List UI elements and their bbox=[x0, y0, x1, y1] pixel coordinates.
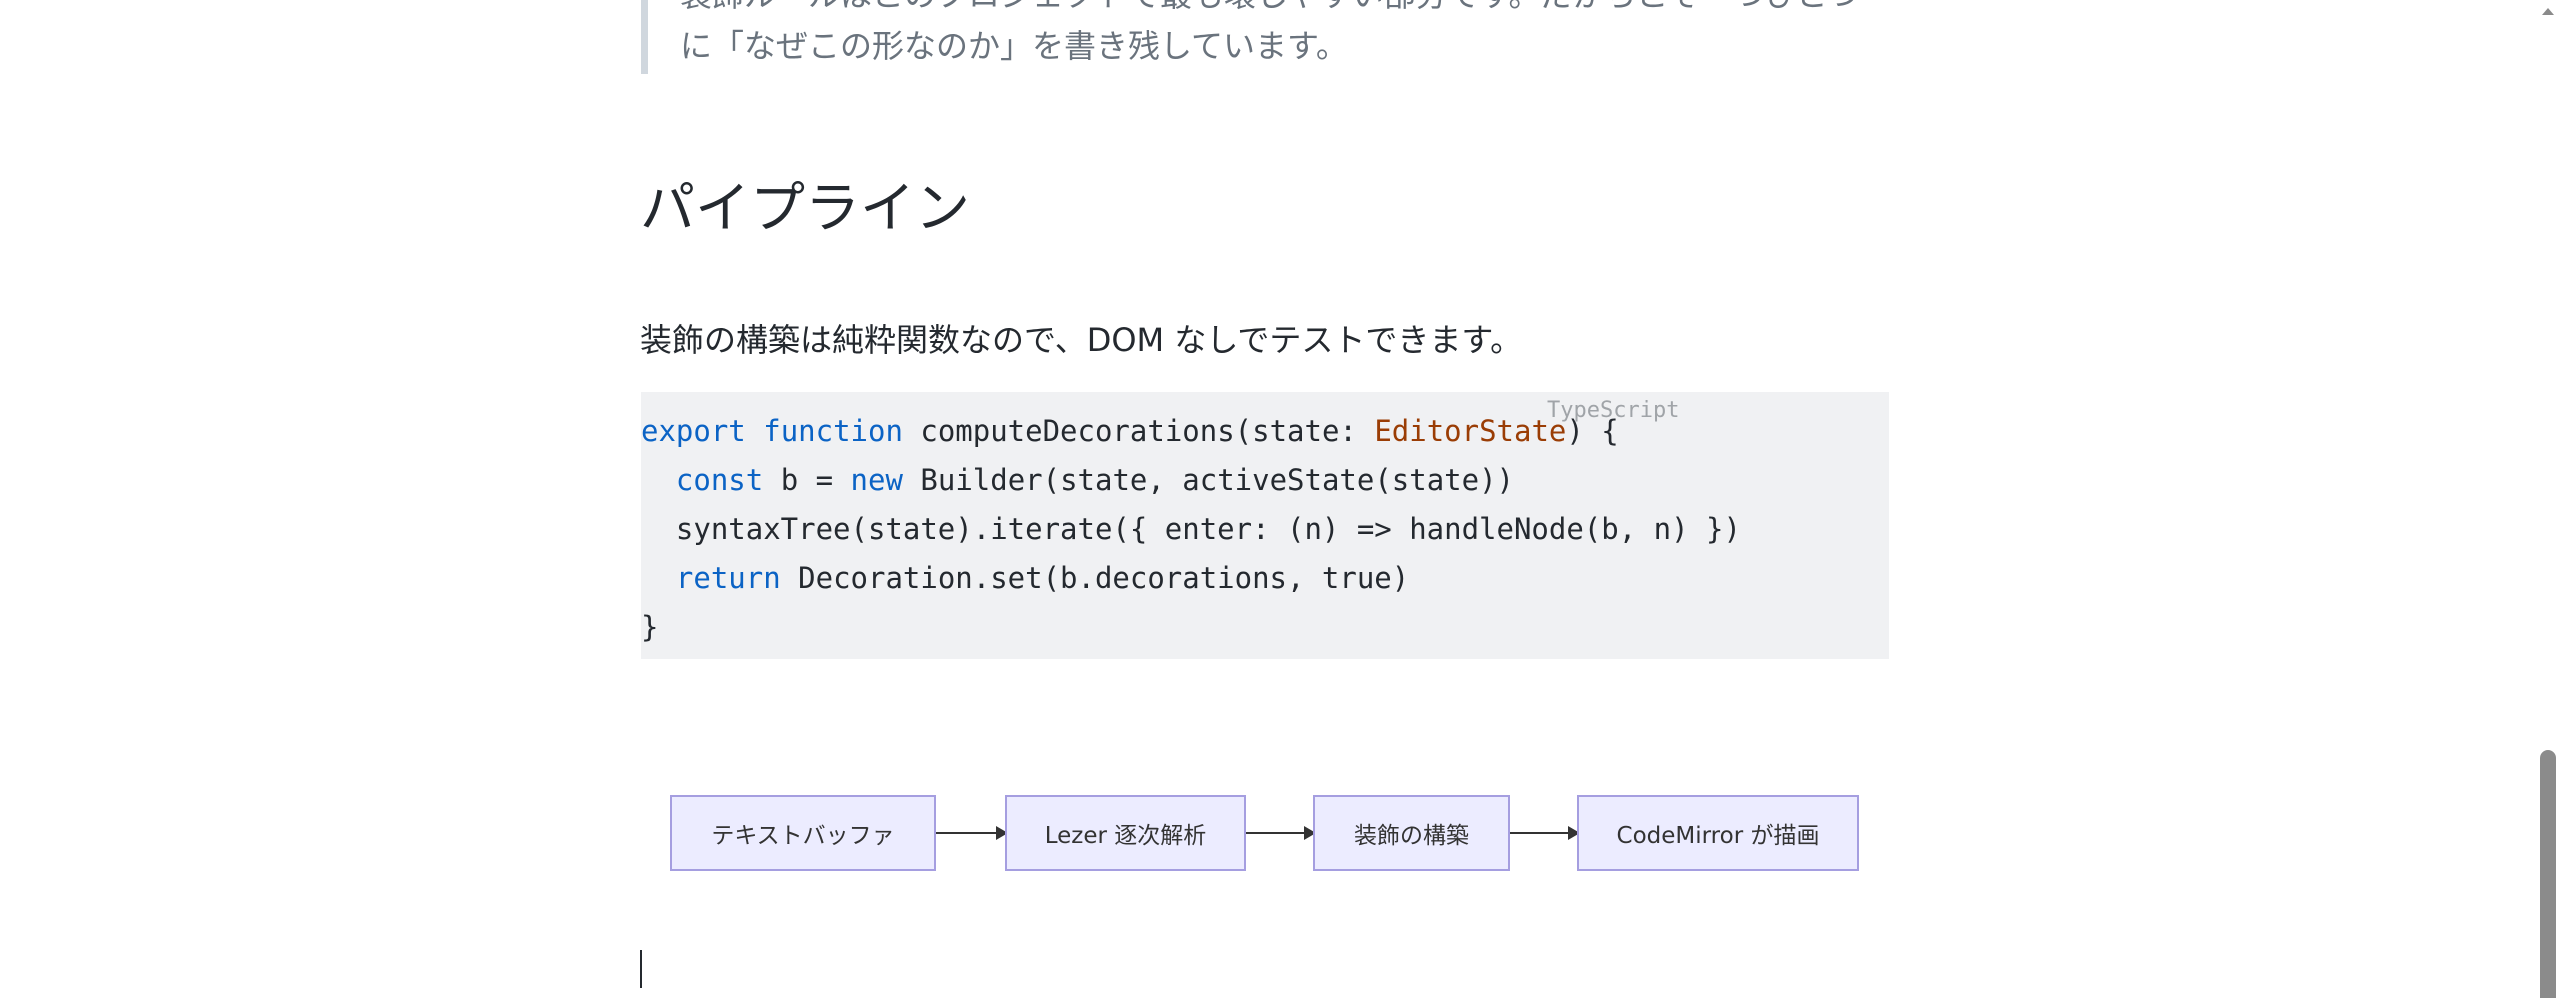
blockquote-line-2: に「なぜこの形なのか」を書き残しています。 bbox=[680, 27, 1348, 65]
code-keyword: const bbox=[675, 463, 764, 497]
diagram-node-text-buffer: テキストバッファ bbox=[670, 795, 936, 871]
code-token: } bbox=[641, 610, 659, 644]
code-language-label: TypeScript bbox=[1547, 398, 1680, 423]
blockquote-line-1: 装飾ルールはこのプロジェクトで最も壊しやすい部分です。だからこそ一つひとつ bbox=[680, 0, 1891, 21]
blockquote: 装飾ルールはこのプロジェクトで最も壊しやすい部分です。だからこそ一つひとつ に「… bbox=[641, 0, 1891, 74]
code-block[interactable]: TypeScript export function computeDecora… bbox=[641, 392, 1889, 659]
code-keyword: export bbox=[641, 414, 746, 448]
code-lines: export function computeDecorations(state… bbox=[641, 407, 1889, 652]
code-line: const b = new Builder(state, activeState… bbox=[641, 456, 1889, 505]
scrollbar-thumb[interactable] bbox=[2540, 750, 2556, 998]
section-paragraph: 装飾の構築は純粋関数なので、DOM なしでテストできます。 bbox=[640, 321, 1523, 359]
code-token: Builder(state, activeState(state)) bbox=[902, 463, 1515, 497]
code-type: EditorState bbox=[1374, 414, 1567, 448]
text-cursor bbox=[640, 950, 642, 988]
scroll-up-arrow-icon[interactable] bbox=[2542, 8, 2554, 15]
code-line: return Decoration.set(b.decorations, tru… bbox=[641, 554, 1889, 603]
code-line: } bbox=[641, 603, 1889, 652]
diagram-arrow-3 bbox=[1510, 826, 1580, 840]
code-line: export function computeDecorations(state… bbox=[641, 407, 1889, 456]
diagram-node-codemirror-render: CodeMirror が描画 bbox=[1577, 795, 1859, 871]
code-token: computeDecorations(state: bbox=[902, 414, 1375, 448]
editor-preview: 装飾ルールはこのプロジェクトで最も壊しやすい部分です。だからこそ一つひとつ に「… bbox=[0, 0, 2560, 998]
code-token: b = bbox=[763, 463, 851, 497]
code-token: syntaxTree(state).iterate({ enter: (n) =… bbox=[641, 512, 1741, 546]
vertical-scrollbar[interactable] bbox=[2536, 0, 2560, 998]
code-keyword: function bbox=[763, 414, 903, 448]
diagram-node-build-decorations: 装飾の構築 bbox=[1313, 795, 1510, 871]
code-token: Decoration.set(b.decorations, true) bbox=[780, 561, 1410, 595]
section-heading: パイプライン bbox=[640, 176, 971, 240]
code-line: syntaxTree(state).iterate({ enter: (n) =… bbox=[641, 505, 1889, 554]
code-keyword: return bbox=[675, 561, 781, 595]
diagram-arrow-2 bbox=[1246, 826, 1316, 840]
diagram-arrow-1 bbox=[936, 826, 1008, 840]
code-keyword: new bbox=[850, 463, 903, 497]
diagram-node-lezer-parse: Lezer 逐次解析 bbox=[1005, 795, 1246, 871]
